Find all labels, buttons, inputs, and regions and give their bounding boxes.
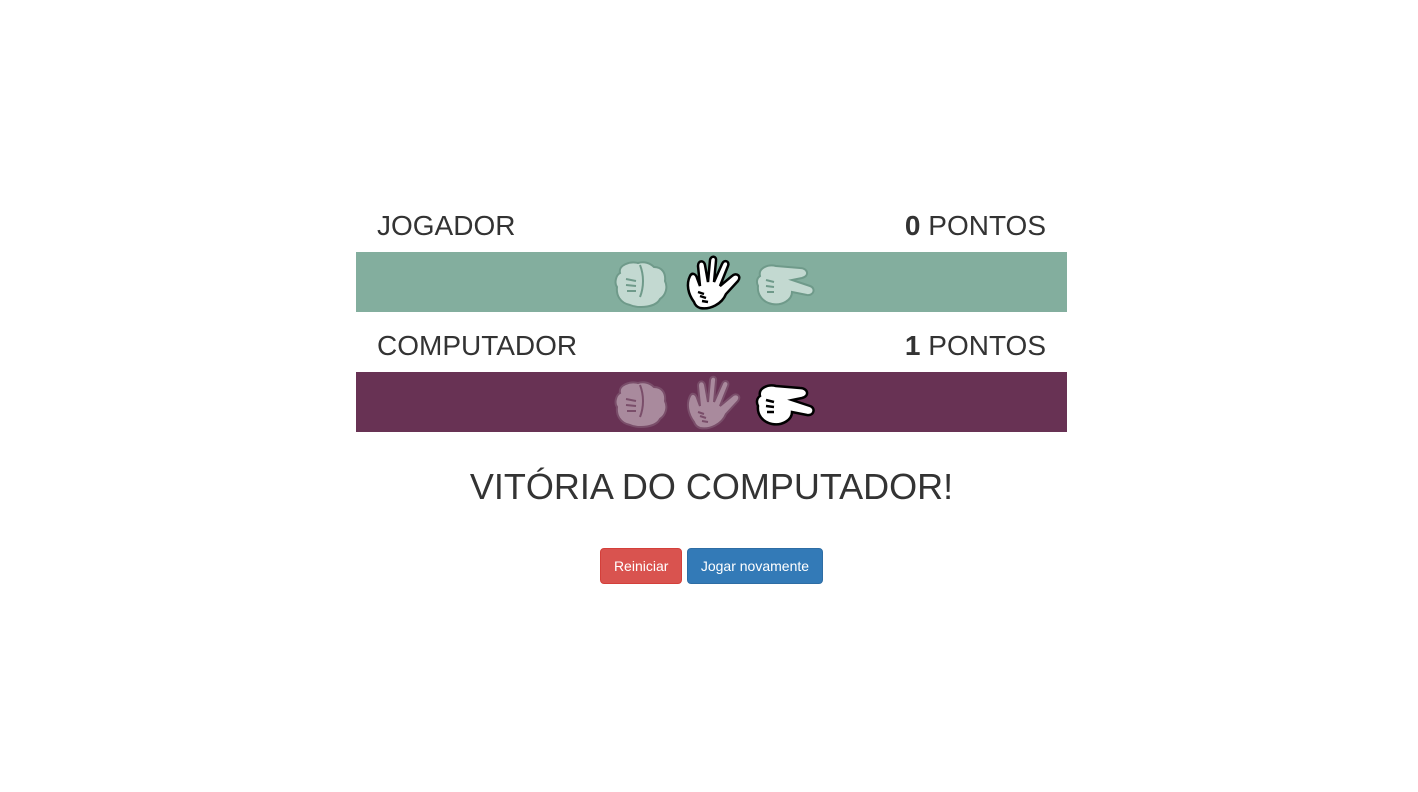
result-message: VITÓRIA DO COMPUTADOR! [469, 466, 954, 507]
player-header: JOGADOR 0 PONTOS [356, 200, 1067, 252]
player-score-value: 0 [904, 210, 921, 241]
rock-icon [614, 381, 667, 428]
player-name: JOGADOR [377, 210, 516, 241]
computer-score-value: 1 [904, 330, 921, 361]
paper-icon [686, 375, 740, 430]
player-score: 0 PONTOS [905, 210, 1046, 242]
game-board: JOGADOR 0 PONTOS COMPUTADOR 1 PONTOS VIT… [356, 200, 1067, 584]
restart-button[interactable]: Reiniciar [599, 548, 683, 584]
computer-score: 1 PONTOS [905, 330, 1046, 362]
action-buttons: Reiniciar Jogar novamente [356, 548, 1067, 584]
computer-hands-bar [356, 372, 1067, 432]
scissors-icon [755, 384, 815, 426]
paper-icon[interactable] [680, 252, 744, 312]
play-again-button[interactable]: Jogar novamente [686, 548, 824, 584]
computer-name: COMPUTADOR [377, 330, 578, 361]
computer-header: COMPUTADOR 1 PONTOS [356, 320, 1067, 372]
rock-icon[interactable] [608, 252, 672, 312]
player-hands-bar [356, 252, 1067, 312]
scissors-icon[interactable] [752, 252, 816, 312]
player-score-suffix: PONTOS [928, 210, 1046, 241]
computer-score-suffix: PONTOS [928, 330, 1046, 361]
